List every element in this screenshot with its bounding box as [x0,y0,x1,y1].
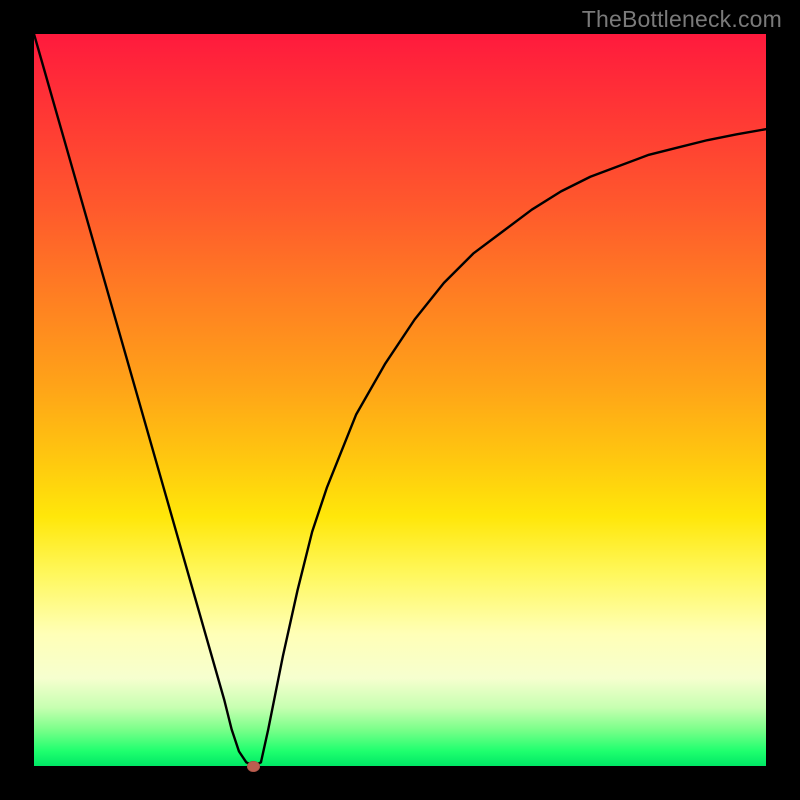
optimal-point-marker [247,761,260,772]
watermark-text: TheBottleneck.com [582,6,782,33]
plot-area [34,34,766,766]
bottleneck-curve [34,34,766,766]
chart-frame: TheBottleneck.com [0,0,800,800]
